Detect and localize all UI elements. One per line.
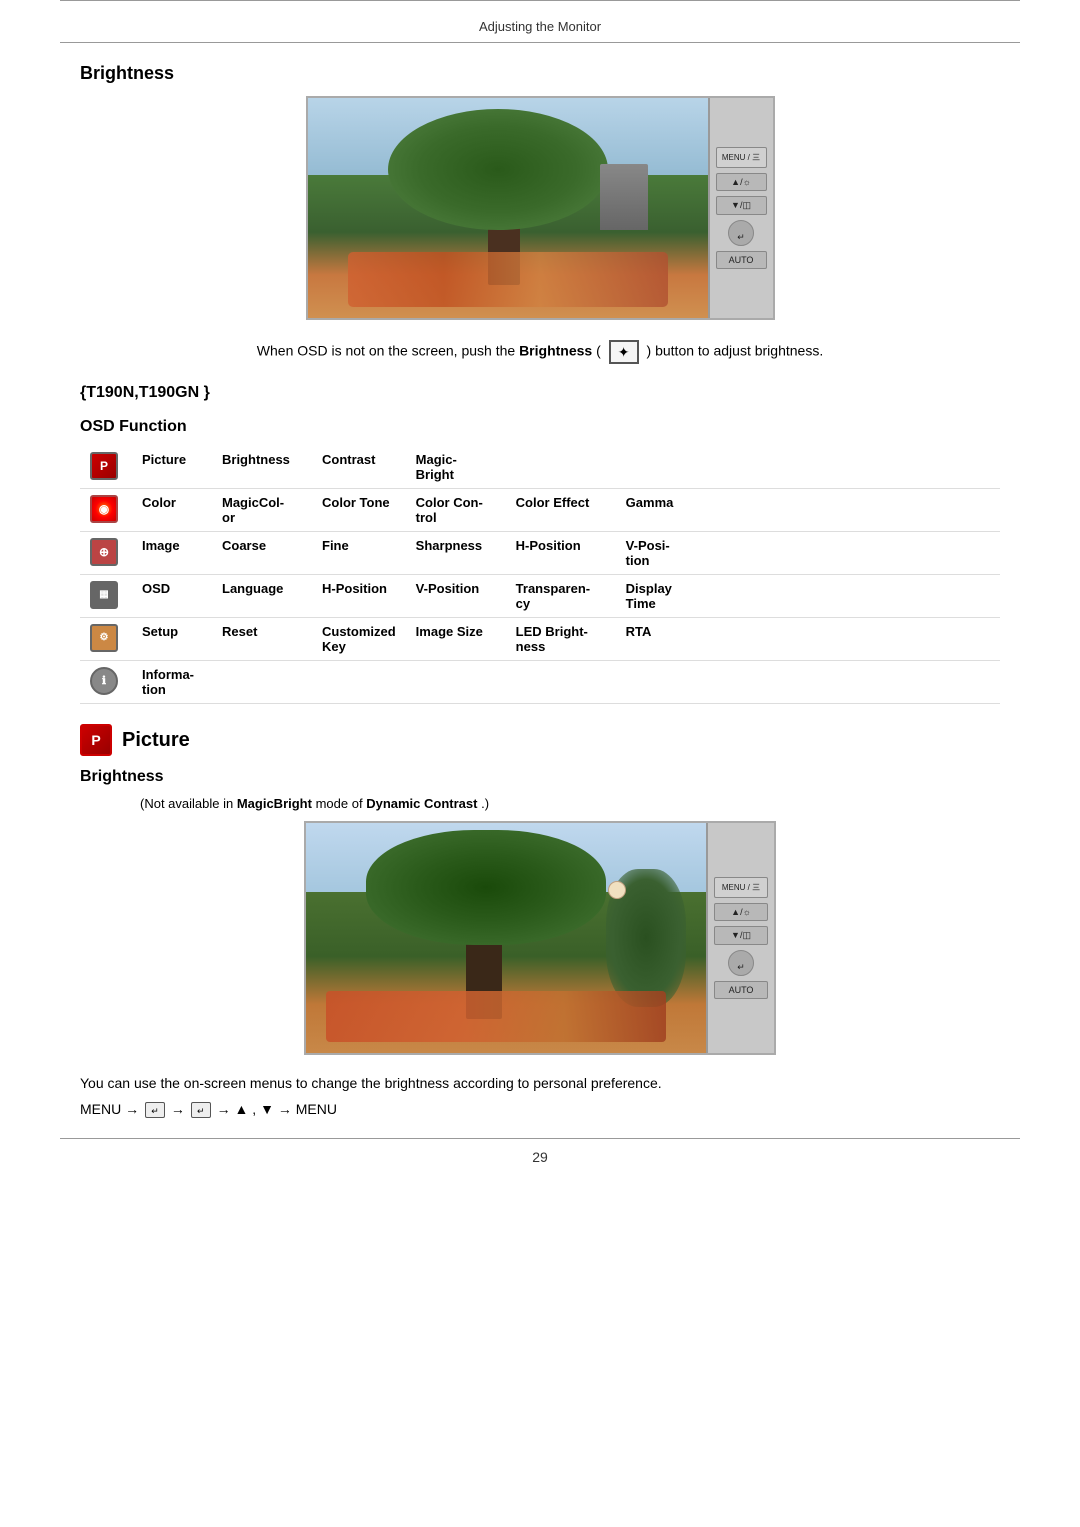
imagesize-col: Image Size <box>416 624 483 639</box>
up-button: ▲/☼ <box>716 173 767 191</box>
page-title: Adjusting the Monitor <box>60 9 1020 43</box>
menu-button-label: MENU / 三 <box>716 147 767 168</box>
sharpness-col: Sharpness <box>416 538 482 553</box>
menu-path: MENU → ↵ → ↵ → ▲ , ▼ → MENU <box>80 1101 1000 1118</box>
up-button-2: ▲/☼ <box>714 903 768 921</box>
monitor-side-panel-2: MENU / 三 ▲/☼ ▼/◫ ↵ AUTO <box>706 823 774 1053</box>
picture-icon: P <box>90 452 118 480</box>
customkey-col: CustomizedKey <box>322 624 396 654</box>
model-title: {T190N,T190GN } <box>80 384 1000 402</box>
coloreffect-col: Color Effect <box>516 495 590 510</box>
auto-button-2: AUTO <box>714 981 768 999</box>
menu-button-label-2: MENU / 三 <box>714 877 768 898</box>
osd-table: P Picture Brightness Contrast Magic-Brig… <box>80 446 1000 704</box>
rta-col: RTA <box>626 624 652 639</box>
enter-icon-1: ↵ <box>145 1102 165 1118</box>
magiccol-col: MagicCol-or <box>222 495 284 525</box>
contrast-col: Contrast <box>322 452 375 467</box>
vpos-col: V-Position <box>416 581 480 596</box>
info-label: Informa-tion <box>142 667 194 697</box>
enter-button-2: ↵ <box>728 950 754 976</box>
ledbright-col: LED Bright-ness <box>516 624 588 654</box>
magicbright-col: Magic-Bright <box>416 452 457 482</box>
table-row: ◉ Color MagicCol-or Color Tone Color Con… <box>80 489 1000 532</box>
table-row: ▦ OSD Language H-Position V-Position Tra… <box>80 575 1000 618</box>
osd-function-title: OSD Function <box>80 418 1000 436</box>
magicbright-note: MagicBright <box>237 796 312 811</box>
hposition-col: H-Position <box>516 538 581 553</box>
brightness-bold: Brightness <box>519 343 592 359</box>
setup-icon: ⚙ <box>90 624 118 652</box>
enter-icon-2: ↵ <box>191 1102 211 1118</box>
down-button: ▼/◫ <box>716 196 767 215</box>
main-content: Brightness <box>80 43 1000 1118</box>
top-border <box>60 0 1020 9</box>
colortone-col: Color Tone <box>322 495 390 510</box>
color-icon: ◉ <box>90 495 118 523</box>
hpos-col: H-Position <box>322 581 387 596</box>
table-row: ⚙ Setup Reset CustomizedKey Image Size L… <box>80 618 1000 661</box>
table-row: P Picture Brightness Contrast Magic-Brig… <box>80 446 1000 489</box>
page-number: 29 <box>0 1139 1080 1175</box>
picture-section-title: Picture <box>122 729 190 752</box>
image-label: Image <box>142 538 180 553</box>
fine-col: Fine <box>322 538 349 553</box>
brightness-col: Brightness <box>222 452 290 467</box>
vposition-col: V-Posi-tion <box>626 538 670 568</box>
picture-section-header: P Picture <box>80 724 1000 756</box>
auto-button: AUTO <box>716 251 767 269</box>
language-col: Language <box>222 581 283 596</box>
info-icon: ℹ <box>90 667 118 695</box>
colortrol-col: Color Con-trol <box>416 495 483 525</box>
brightness-title: Brightness <box>80 63 1000 84</box>
table-row: ⊕ Image Coarse Fine Sharpness H-Position… <box>80 532 1000 575</box>
picture-section-icon: P <box>80 724 112 756</box>
osd-label: OSD <box>142 581 170 596</box>
note-text: (Not available in MagicBright mode of Dy… <box>140 796 1000 811</box>
down-button-2: ▼/◫ <box>714 926 768 945</box>
setup-label: Setup <box>142 624 178 639</box>
color-label: Color <box>142 495 176 510</box>
coarse-col: Coarse <box>222 538 266 553</box>
brightness-subtitle: Brightness <box>80 768 1000 786</box>
osd-icon: ▦ <box>90 581 118 609</box>
monitor-image-1: MENU / 三 ▲/☼ ▼/◫ ↵ AUTO <box>80 96 1000 320</box>
brightness-instruction: When OSD is not on the screen, push the … <box>80 340 1000 364</box>
transparency-col: Transparen-cy <box>516 581 590 611</box>
image-icon: ⊕ <box>90 538 118 566</box>
monitor-image-2: MENU / 三 ▲/☼ ▼/◫ ↵ AUTO <box>80 821 1000 1055</box>
monitor-side-panel: MENU / 三 ▲/☼ ▼/◫ ↵ AUTO <box>708 98 773 318</box>
brightness-description: You can use the on-screen menus to chang… <box>80 1075 1000 1091</box>
gamma-col: Gamma <box>626 495 674 510</box>
dynamic-contrast-note: Dynamic Contrast <box>366 796 477 811</box>
displaytime-col: DisplayTime <box>626 581 672 611</box>
brightness-icon: ✦ <box>609 340 639 364</box>
table-row: ℹ Informa-tion <box>80 661 1000 704</box>
enter-button: ↵ <box>728 220 754 246</box>
picture-label: Picture <box>142 452 186 467</box>
reset-col: Reset <box>222 624 257 639</box>
page-container: Adjusting the Monitor Brightness <box>0 0 1080 1527</box>
